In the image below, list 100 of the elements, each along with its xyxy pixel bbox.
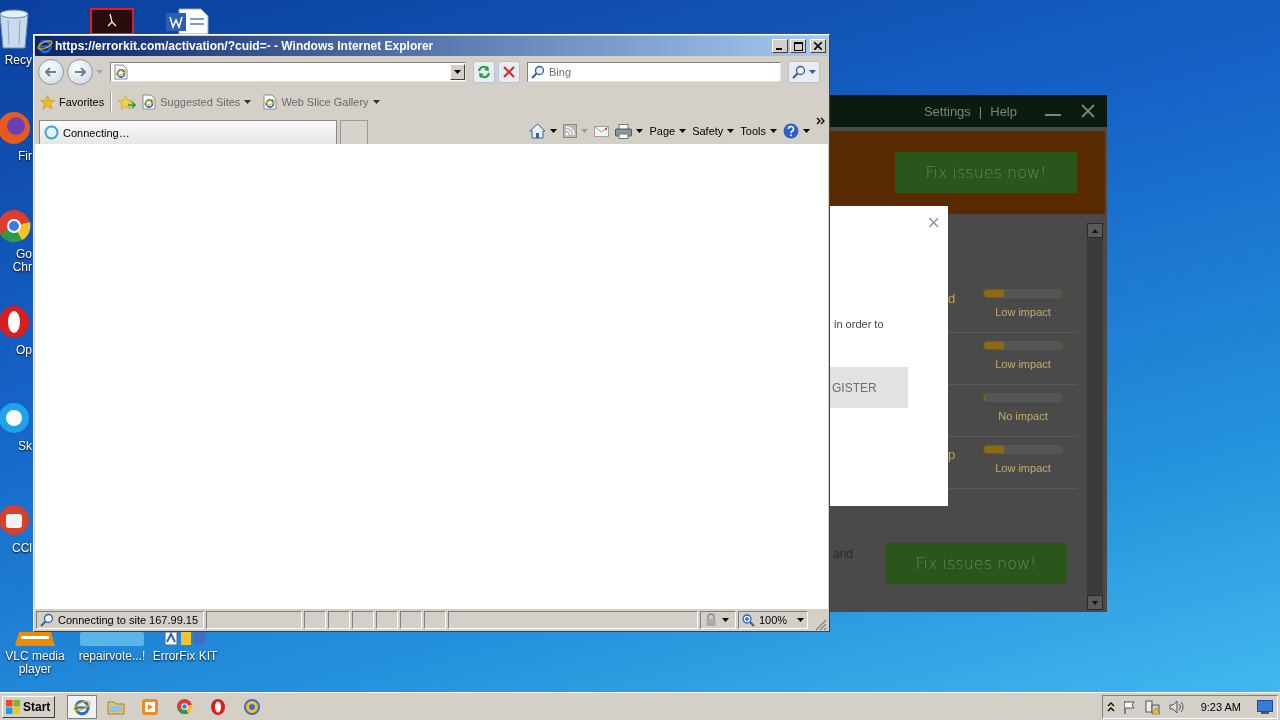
menu-separator: | (978, 103, 983, 119)
help-icon (783, 123, 799, 139)
help-link[interactable]: Help (990, 103, 1017, 119)
resize-grip-icon[interactable] (815, 619, 827, 631)
show-desktop-icon[interactable] (1257, 699, 1273, 714)
refresh-button[interactable] (473, 61, 495, 83)
help-button[interactable] (783, 123, 810, 139)
caret-icon (797, 618, 804, 622)
lock-icon (704, 613, 718, 627)
caret-icon (372, 100, 380, 104)
caret-icon (722, 618, 729, 622)
search-icon (792, 65, 806, 79)
add-favorite-icon[interactable] (118, 94, 137, 110)
impact-label: No impact (998, 410, 1048, 422)
windows-logo-icon (5, 698, 21, 715)
favorites-button[interactable]: Favorites (40, 94, 105, 110)
impact-label: Low impact (995, 306, 1051, 318)
browser-tab[interactable]: Connecting… (39, 120, 337, 144)
chevron-up-icon[interactable] (1106, 701, 1115, 712)
scrollbar[interactable] (1087, 223, 1103, 610)
caret-icon (809, 70, 816, 74)
search-field[interactable]: Bing (527, 62, 781, 82)
flag-icon[interactable] (1122, 699, 1137, 714)
close-button[interactable] (810, 39, 826, 53)
refresh-icon (477, 65, 491, 79)
register-button[interactable]: GISTER (830, 367, 908, 408)
browser-icon (37, 38, 53, 54)
loading-icon (44, 125, 59, 140)
caret-icon (581, 129, 589, 133)
dropdown-button[interactable] (450, 64, 465, 80)
icon-label[interactable]: VLC media player (2, 650, 68, 676)
caret-icon (770, 129, 777, 133)
icon-label[interactable]: Op (4, 344, 32, 357)
favorites-link[interactable]: Web Slice Gallery (263, 94, 380, 110)
feeds-button[interactable] (563, 124, 589, 138)
back-button[interactable] (38, 59, 64, 85)
icon-label[interactable]: repairvote...! (78, 650, 146, 663)
speaker-icon[interactable] (1168, 699, 1185, 714)
row-label: p (948, 446, 957, 462)
favorites-link[interactable]: Suggested Sites (142, 94, 252, 110)
icon-label[interactable]: CCl (4, 542, 32, 555)
network-icon[interactable] (1144, 698, 1161, 715)
browser-icon (0, 304, 32, 340)
caret-icon (636, 129, 644, 133)
status-text: Connecting to site 167.99.15 (36, 611, 204, 629)
command-menu[interactable]: Page (649, 125, 687, 137)
browser-icon (73, 697, 92, 716)
close-icon[interactable] (1081, 104, 1095, 118)
icon-label[interactable]: ErrorFix KIT (152, 650, 218, 663)
maximize-button[interactable] (790, 39, 806, 53)
search-input[interactable]: Bing (549, 64, 780, 80)
command-menu[interactable]: Safety (692, 125, 735, 137)
icon-label[interactable]: Go Chr (4, 248, 32, 274)
search-button[interactable] (788, 61, 820, 83)
mail-button[interactable] (594, 125, 610, 137)
dialog-text: in order to (834, 318, 884, 330)
caret-icon (679, 129, 687, 133)
zoom-button[interactable]: 100% (738, 611, 808, 629)
impact-label: Low impact (995, 462, 1051, 474)
scroll-down-button[interactable] (1087, 595, 1103, 610)
taskbar-app-button[interactable] (67, 694, 98, 719)
forward-button[interactable] (67, 59, 93, 85)
caret-icon (454, 70, 461, 74)
arrow-left-icon (45, 67, 57, 77)
address-field[interactable] (110, 62, 466, 82)
magnifier-icon (40, 613, 54, 627)
minimize-button[interactable] (772, 39, 788, 53)
command-menu[interactable]: Tools (740, 125, 777, 137)
dialog-close-button[interactable]: × (927, 210, 940, 236)
scroll-up-button[interactable] (1087, 223, 1103, 238)
chevron-icon[interactable] (816, 117, 825, 125)
print-button[interactable] (615, 123, 644, 139)
arrow-down-icon (1092, 600, 1098, 605)
stop-button[interactable] (498, 61, 520, 83)
status-pane (304, 611, 326, 629)
security-button[interactable] (700, 611, 736, 629)
home-button[interactable] (529, 123, 558, 139)
start-button[interactable]: Start (2, 695, 56, 718)
star-icon (40, 94, 55, 110)
browser-icon (175, 698, 193, 715)
clock[interactable]: 9:23 AM (1200, 700, 1241, 713)
status-pane (424, 611, 446, 629)
page-icon (142, 94, 157, 110)
icon-label[interactable]: Sk (4, 440, 32, 453)
browser-icon (0, 208, 32, 244)
status-pane (352, 611, 374, 629)
settings-link[interactable]: Settings (923, 103, 971, 119)
icon-label[interactable]: Fir (4, 150, 32, 163)
folder-icon (107, 698, 126, 715)
home-icon (529, 123, 547, 139)
status-pane (376, 611, 398, 629)
close-icon (814, 42, 822, 50)
arrow-right-icon (74, 67, 86, 77)
icon-label[interactable]: Recy (4, 54, 32, 67)
page-icon (114, 64, 128, 80)
mail-icon (594, 125, 610, 137)
status-pane (400, 611, 422, 629)
browser-icon (210, 697, 227, 716)
search-icon (531, 65, 545, 79)
printer-icon (615, 123, 633, 139)
